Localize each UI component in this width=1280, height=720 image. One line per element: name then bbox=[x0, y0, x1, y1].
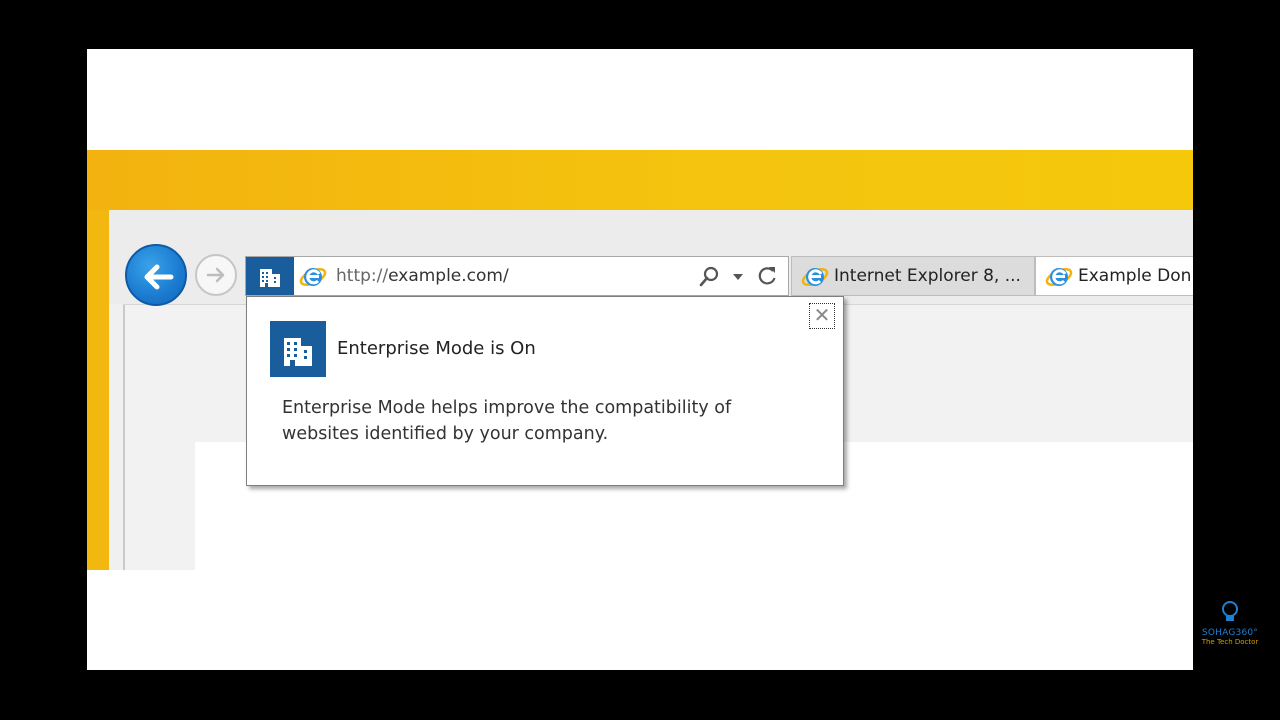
ie-logo-icon bbox=[1045, 268, 1073, 286]
watermark-name: SOHAG360° bbox=[1201, 628, 1258, 638]
enterprise-mode-notification: ✕ Enterprise Mode is On Enterprise Mode … bbox=[246, 296, 844, 486]
url-prefix: http:// bbox=[336, 266, 389, 286]
watermark-tagline: The Tech Doctor bbox=[1201, 638, 1259, 646]
close-button[interactable]: ✕ bbox=[809, 303, 835, 329]
dropdown-icon[interactable] bbox=[732, 273, 744, 281]
enterprise-mode-icon bbox=[270, 321, 326, 377]
enterprise-mode-icon[interactable] bbox=[246, 257, 294, 295]
popup-message: Enterprise Mode helps improve the compat… bbox=[282, 398, 732, 444]
search-icon[interactable] bbox=[698, 266, 720, 288]
address-bar[interactable]: http://example.com/ bbox=[245, 256, 789, 296]
back-arrow-icon bbox=[144, 264, 174, 290]
desktop-background-top bbox=[87, 150, 1193, 210]
tab-label: Internet Explorer 8, ... bbox=[834, 266, 1021, 286]
forward-arrow-icon bbox=[206, 267, 225, 283]
tab-example-domain[interactable]: Example Don bbox=[1035, 256, 1193, 296]
lightbulb-head-icon bbox=[1222, 601, 1238, 621]
ie-logo-icon bbox=[299, 268, 327, 286]
close-icon: ✕ bbox=[813, 303, 831, 327]
forward-button[interactable] bbox=[195, 254, 237, 296]
tab-internet-explorer-8[interactable]: Internet Explorer 8, ... bbox=[791, 256, 1035, 296]
popup-title: Enterprise Mode is On bbox=[337, 338, 536, 359]
content-area-left bbox=[123, 304, 197, 570]
url-domain: example.com/ bbox=[388, 266, 509, 286]
tab-label: Example Don bbox=[1078, 266, 1192, 286]
video-frame: http://example.com/ Internet Explorer 8,… bbox=[87, 49, 1193, 670]
ie-logo-icon bbox=[801, 268, 829, 286]
channel-watermark: SOHAG360° The Tech Doctor bbox=[1197, 600, 1263, 654]
url-text[interactable]: http://example.com/ bbox=[336, 266, 509, 286]
refresh-icon[interactable] bbox=[756, 265, 778, 287]
back-button[interactable] bbox=[125, 244, 187, 306]
